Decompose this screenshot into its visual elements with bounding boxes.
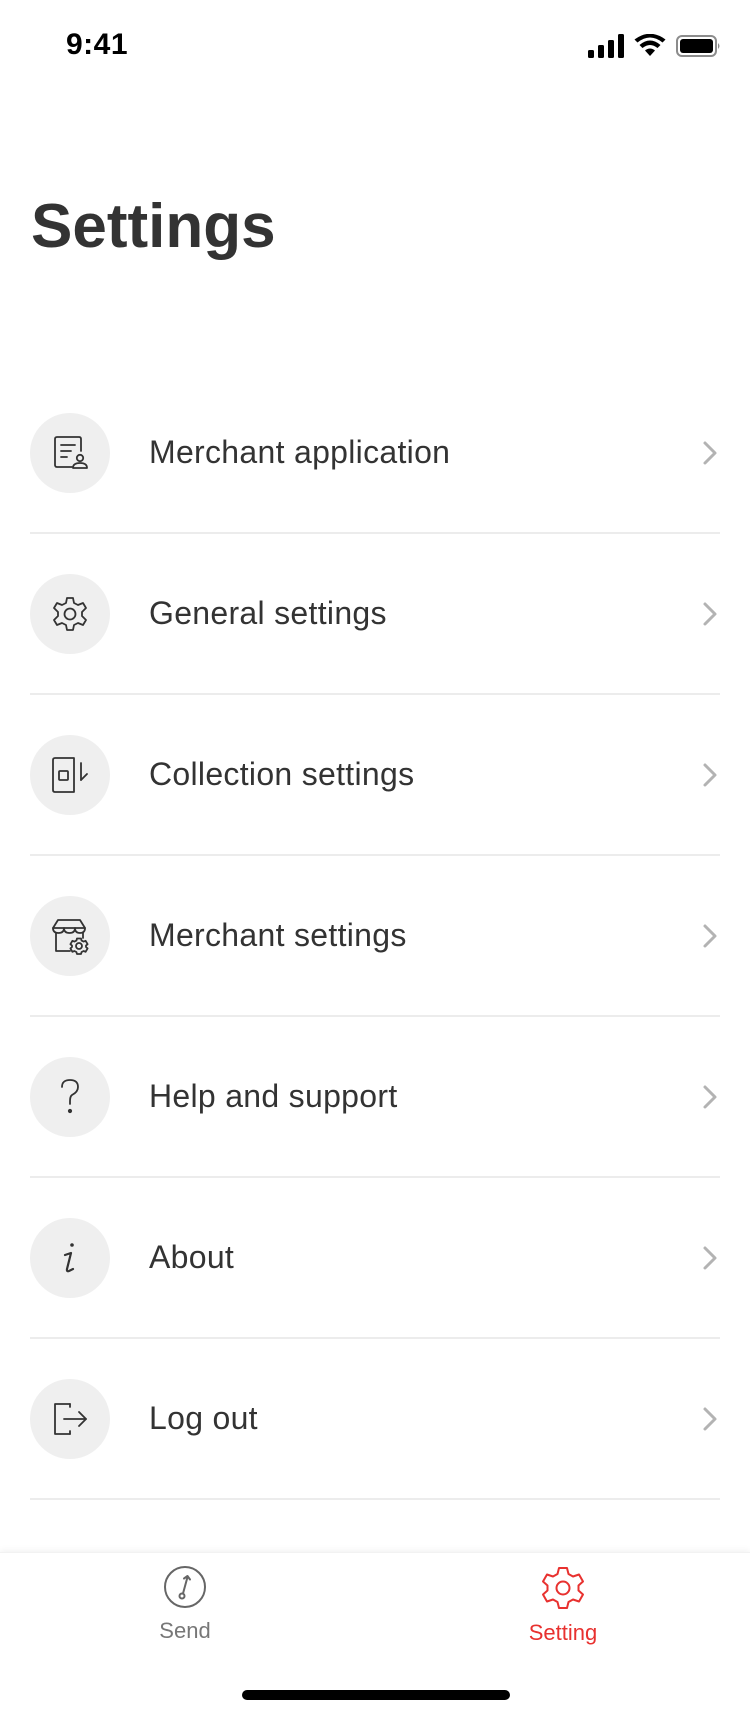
question-icon — [30, 1056, 110, 1137]
gear-icon — [30, 573, 110, 654]
application-form-icon — [30, 412, 110, 493]
status-time: 9:41 — [66, 28, 129, 61]
wifi-icon — [634, 33, 666, 63]
home-indicator — [242, 1690, 510, 1700]
settings-item-about[interactable]: About — [30, 1178, 720, 1339]
settings-item-log-out[interactable]: Log out — [30, 1339, 720, 1500]
settings-item-label: Merchant settings — [149, 917, 407, 953]
settings-item-collection-settings[interactable]: Collection settings — [30, 695, 720, 856]
chevron-right-icon — [703, 1407, 717, 1430]
settings-item-help-and-support[interactable]: Help and support — [30, 1017, 720, 1178]
settings-item-label: Help and support — [149, 1078, 398, 1114]
settings-item-general-settings[interactable]: General settings — [30, 534, 720, 695]
page-title: Settings — [31, 192, 276, 261]
settings-screen: 9:41 Settings Merchant application Gener… — [0, 0, 750, 1720]
setting-gear-icon — [540, 1565, 586, 1616]
settings-item-label: Merchant application — [149, 434, 451, 470]
status-icons — [588, 33, 722, 63]
status-bar: 9:41 — [0, 0, 750, 96]
tab-label: Send — [159, 1618, 211, 1643]
chevron-right-icon — [703, 763, 717, 786]
logout-icon — [30, 1378, 110, 1459]
battery-icon — [676, 34, 722, 63]
chevron-right-icon — [703, 602, 717, 625]
chevron-right-icon — [703, 1085, 717, 1108]
tab-setting[interactable]: Setting — [483, 1565, 643, 1646]
collection-icon — [30, 734, 110, 815]
signal-icon — [588, 34, 624, 63]
settings-item-label: General settings — [149, 595, 387, 631]
chevron-right-icon — [703, 1246, 717, 1269]
settings-list: Merchant application General settings Co… — [30, 373, 720, 1500]
settings-item-label: Log out — [149, 1400, 258, 1436]
settings-item-merchant-application[interactable]: Merchant application — [30, 373, 720, 534]
info-icon — [30, 1217, 110, 1298]
send-icon — [163, 1565, 207, 1614]
chevron-right-icon — [703, 441, 717, 464]
tab-label: Setting — [528, 1620, 598, 1645]
settings-item-label: About — [149, 1239, 235, 1275]
store-settings-icon — [30, 895, 110, 976]
tab-send[interactable]: Send — [105, 1565, 265, 1644]
settings-item-label: Collection settings — [149, 756, 415, 792]
chevron-right-icon — [703, 924, 717, 947]
settings-item-merchant-settings[interactable]: Merchant settings — [30, 856, 720, 1017]
